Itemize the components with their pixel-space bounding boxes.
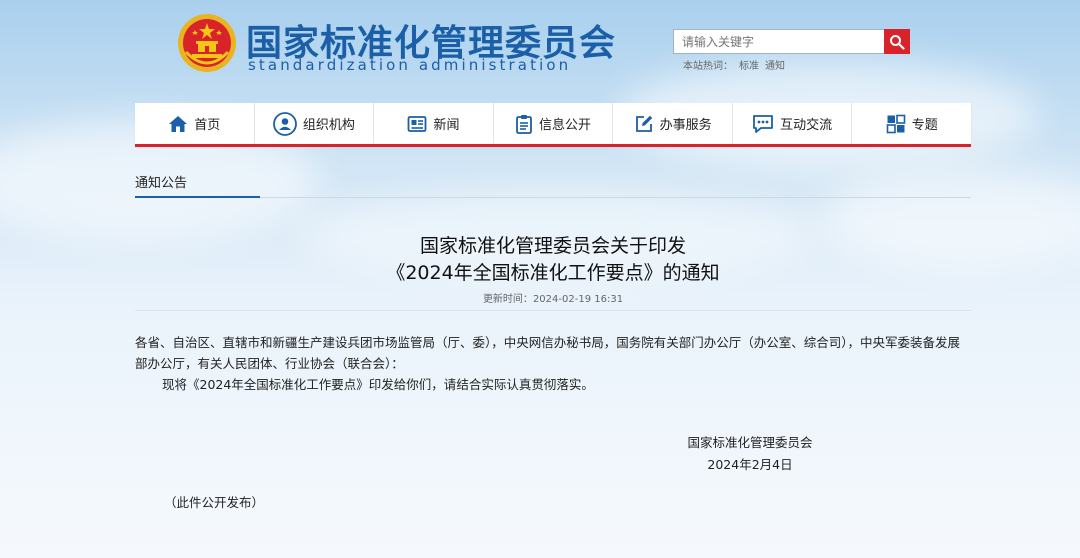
article-signer: 国家标准化管理委员会	[687, 435, 813, 450]
search-button[interactable]	[884, 29, 910, 54]
nav-item-label: 组织机构	[302, 118, 355, 133]
org-user-icon	[272, 111, 297, 136]
search-icon	[890, 34, 905, 50]
hot-words: 本站热词： 标准 通知	[683, 57, 791, 72]
nav-item-label: 专题	[911, 118, 938, 133]
news-icon	[407, 115, 427, 133]
article-date: 2024年2月4日	[707, 457, 793, 472]
article-meta: 更新时间：2024-02-19 16:31	[135, 290, 971, 305]
updated-value: 2024-02-19 16:31	[532, 294, 624, 305]
article-note: （此件公开发布）	[164, 495, 265, 510]
article-paragraph-recipients: 各省、自治区、直辖市和新疆生产建设兵团市场监管局（厅、委），中央网信办秘书局，国…	[135, 335, 961, 371]
page: 国家标准化管理委员会 standardization administratio…	[0, 0, 1080, 558]
nav-item-label: 首页	[194, 118, 221, 133]
updated-label: 更新时间：	[482, 294, 533, 305]
nav-item-organization[interactable]: 组织机构	[253, 103, 374, 144]
section-divider	[135, 197, 971, 198]
nav-item-label: 办事服务	[659, 118, 712, 133]
article-divider	[135, 310, 971, 311]
nav-item-info-disclosure[interactable]: 信息公开	[492, 103, 613, 144]
main-nav: 首页 组织机构 新闻 信息公开 办事服务 互动交流 专题	[135, 103, 971, 147]
nav-item-news[interactable]: 新闻	[373, 103, 493, 144]
site-subtitle: standardization administration	[248, 56, 572, 74]
hot-word-link[interactable]: 通知	[765, 61, 785, 72]
search-input[interactable]	[673, 29, 885, 54]
article-paragraph-body: 现将《2024年全国标准化工作要点》印发给你们，请结合实际认真贯彻落实。	[162, 377, 594, 392]
nav-item-home[interactable]: 首页	[135, 103, 254, 144]
nav-item-topics[interactable]: 专题	[851, 103, 971, 144]
nav-item-label: 互动交流	[780, 118, 833, 133]
article-title-line2: 《2024年全国标准化工作要点》的通知	[386, 262, 720, 284]
home-icon	[168, 115, 188, 133]
nav-item-label: 新闻	[433, 118, 460, 133]
nav-item-interaction[interactable]: 互动交流	[731, 103, 852, 144]
hot-words-label: 本站热词：	[683, 61, 733, 72]
article-title-line1: 国家标准化管理委员会关于印发	[419, 235, 686, 257]
edit-icon	[634, 114, 654, 134]
nav-item-label: 信息公开	[539, 118, 592, 133]
section-tab-notices[interactable]: 通知公告	[135, 172, 187, 191]
puzzle-icon	[886, 114, 906, 134]
clipboard-icon	[515, 114, 533, 134]
national-emblem-icon[interactable]	[176, 12, 238, 74]
hot-word-link[interactable]: 标准	[739, 61, 759, 72]
section-tab-underline	[135, 196, 260, 198]
chat-icon	[752, 114, 774, 134]
nav-item-services[interactable]: 办事服务	[612, 103, 732, 144]
